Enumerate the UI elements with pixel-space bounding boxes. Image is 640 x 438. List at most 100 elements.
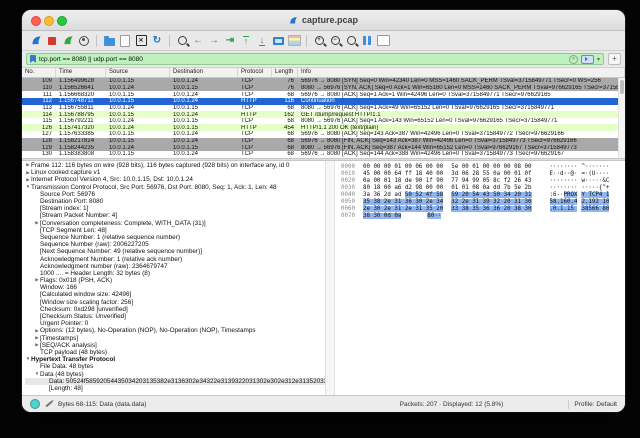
detail-line-26[interactable]: TCP payload (48 bytes): [25, 349, 325, 356]
filter-dropdown-icon[interactable]: ▾: [597, 56, 600, 63]
detail-line-20[interactable]: Checksum: 0xd298 [unverified]: [25, 306, 325, 313]
packet-row-111[interactable]: 1111.15666832010.0.1.1510.0.1.24TCP68569…: [22, 91, 625, 98]
packet-row-113[interactable]: 1131.15675581110.0.1.2410.0.1.15TCP68808…: [22, 105, 625, 112]
filter-clear-icon[interactable]: ✕: [569, 55, 578, 64]
detail-line-25[interactable]: ▶[SEQ/ACK analysis]: [25, 342, 325, 349]
save-file-icon[interactable]: [118, 33, 132, 48]
detail-line-22[interactable]: Urgent Pointer: 0: [25, 320, 325, 327]
hex-row-0020[interactable]: 00200a 00 01 18 de 90 1f 9077 94 99 05 8…: [341, 177, 625, 184]
detail-line-17[interactable]: Window: 166: [25, 284, 325, 291]
detail-line-12[interactable]: [Next Sequence Number: 49 (relative sequ…: [25, 248, 325, 255]
find-packet-icon[interactable]: [175, 33, 189, 48]
layout-grid-icon[interactable]: [376, 33, 390, 48]
hex-row-0050[interactable]: 005035 38 2e 31 36 30 2e 3432 2e 31 39 3…: [341, 198, 625, 205]
stop-capture-icon[interactable]: [45, 33, 59, 48]
go-forward-icon[interactable]: →: [207, 33, 221, 48]
detail-line-24[interactable]: ▶[Timestamps]: [25, 335, 325, 342]
close-window-button[interactable]: [31, 16, 41, 26]
packet-row-127[interactable]: 1271.15763338510.0.1.1510.0.1.24TCP68569…: [22, 131, 625, 138]
packet-row-126[interactable]: 1261.15741732010.0.1.2410.0.1.15HTTP454H…: [22, 124, 625, 131]
detail-line-3[interactable]: ▼Transmission Control Protocol, Src Port…: [25, 184, 325, 191]
hex-row-0060[interactable]: 00602e 30 2e 31 2e 31 35 2033 38 35 36 3…: [341, 205, 625, 212]
detail-line-11[interactable]: Sequence Number (raw): 2006227205: [25, 241, 325, 248]
packet-row-130[interactable]: 1301.15838380810.0.1.1510.0.1.24TCP68569…: [22, 151, 625, 158]
packet-row-110[interactable]: 1101.15652664110.0.1.2410.0.1.15TCP76808…: [22, 85, 625, 92]
packet-row-109[interactable]: 1091.15649962810.0.1.1510.0.1.24TCP76569…: [22, 78, 625, 85]
hex-row-0030[interactable]: 003080 18 00 a6 d2 98 00 0001 01 08 0a d…: [341, 184, 625, 191]
packet-row-129[interactable]: 1291.15824423510.0.1.2410.0.1.15TCP68808…: [22, 144, 625, 151]
reload-file-icon[interactable]: ↻: [150, 33, 164, 48]
cell-len: 68: [272, 105, 298, 111]
detail-line-21[interactable]: [Checksum Status: Unverified]: [25, 313, 325, 320]
display-filter-bar: tcp.port == 8080 || udp.port == 8080 ✕ ▾…: [22, 51, 625, 68]
column-header-time[interactable]: Time: [56, 68, 106, 77]
go-to-packet-icon[interactable]: ⇥: [223, 33, 237, 48]
column-header-length[interactable]: Length: [272, 68, 298, 77]
detail-line-1[interactable]: ▶Linux cooked capture v1: [25, 169, 325, 176]
detail-line-15[interactable]: 1000 .... = Header Length: 32 bytes (8): [25, 270, 325, 277]
auto-scroll-icon[interactable]: [271, 33, 285, 48]
filter-apply-icon[interactable]: [581, 55, 594, 64]
column-header-destination[interactable]: Destination: [170, 68, 238, 77]
detail-line-31[interactable]: [Length: 48]: [25, 385, 325, 392]
detail-line-9[interactable]: [TCP Segment Len: 48]: [25, 227, 325, 234]
detail-line-4[interactable]: Source Port: 56976: [25, 191, 325, 198]
packet-row-115[interactable]: 1151.15679221110.0.1.2410.0.1.15TCP68808…: [22, 118, 625, 125]
hex-offset: 0050: [341, 199, 355, 205]
detail-line-5[interactable]: Destination Port: 8080: [25, 198, 325, 205]
detail-line-2[interactable]: ▶Internet Protocol Version 4, Src: 10.0.…: [25, 176, 325, 183]
detail-line-18[interactable]: [Calculated window size: 42496]: [25, 291, 325, 298]
packet-row-128[interactable]: 1281.15821782410.0.1.1510.0.1.24TCP68569…: [22, 138, 625, 145]
minimize-window-button[interactable]: [44, 16, 54, 26]
packet-row-112[interactable]: 1121.15674871110.0.1.1510.0.1.24HTTP116C…: [22, 98, 625, 105]
detail-line-30[interactable]: Data: 50524f58592054435034203135382e3136…: [25, 378, 325, 385]
go-to-bottom-icon[interactable]: ↓: [255, 33, 269, 48]
detail-line-8[interactable]: ▶[Conversation completeness: Complete, W…: [25, 220, 325, 227]
column-header-protocol[interactable]: Protocol: [238, 68, 272, 77]
hex-row-0040[interactable]: 00403a 36 2d ad 50 52 4f 5859 20 54 43 5…: [341, 191, 625, 198]
detail-line-13[interactable]: Acknowledgment Number: 1 (relative ack n…: [25, 255, 325, 262]
zoom-original-icon[interactable]: [344, 33, 358, 48]
packet-row-114[interactable]: 1141.15678879510.0.1.1510.0.1.24HTTP162G…: [22, 111, 625, 118]
detail-line-28[interactable]: File Data: 48 bytes: [25, 363, 325, 370]
column-header-source[interactable]: Source: [106, 68, 170, 77]
packet-list-scroll-thumb[interactable]: [620, 80, 624, 94]
detail-text: Data: 50524f58592054435034203135382e3136…: [49, 378, 325, 385]
zoom-window-button[interactable]: [57, 16, 67, 26]
zoom-out-icon[interactable]: −: [328, 33, 342, 48]
start-capture-icon[interactable]: [29, 33, 43, 48]
display-filter-input[interactable]: tcp.port == 8080 || udp.port == 8080 ✕ ▾: [26, 53, 604, 65]
detail-line-10[interactable]: Sequence Number: 1 (relative sequence nu…: [25, 234, 325, 241]
details-scrollbar[interactable]: [325, 161, 335, 395]
hex-row-0000[interactable]: 000000 00 00 01 00 06 00 005e 00 01 00 0…: [341, 163, 625, 170]
resize-columns-icon[interactable]: [360, 33, 374, 48]
go-back-icon[interactable]: ←: [191, 33, 205, 48]
go-to-top-icon[interactable]: ↑: [239, 33, 253, 48]
hex-row-0010[interactable]: 001045 00 00 64 ff 18 40 003d 06 28 55 0…: [341, 170, 625, 177]
restart-capture-icon[interactable]: [61, 33, 75, 48]
detail-line-27[interactable]: ▼Hypertext Transfer Protocol: [25, 356, 325, 363]
title-bar[interactable]: capture.pcap: [22, 10, 625, 31]
capture-options-icon[interactable]: [77, 33, 91, 48]
expert-info-icon[interactable]: [30, 399, 40, 409]
detail-line-7[interactable]: [Stream Packet Number: 4]: [25, 212, 325, 219]
status-profile[interactable]: Profile: Default: [574, 401, 617, 408]
coloring-rules-icon[interactable]: [287, 33, 301, 48]
add-filter-button[interactable]: +: [608, 53, 621, 65]
packet-list-scrollbar[interactable]: [618, 78, 625, 158]
close-file-icon[interactable]: ✕: [134, 33, 148, 48]
detail-line-23[interactable]: ▶Options: (12 bytes), No-Operation (NOP)…: [25, 327, 325, 334]
column-header-no[interactable]: No.: [22, 68, 56, 77]
detail-line-19[interactable]: [Window size scaling factor: 256]: [25, 299, 325, 306]
filter-bookmark-icon[interactable]: [30, 55, 36, 63]
hex-row-0070[interactable]: 007038 30 0d 0a80··: [341, 212, 625, 219]
column-header-info[interactable]: Info: [298, 68, 625, 77]
detail-line-0[interactable]: ▶Frame 112: 116 bytes on wire (928 bits)…: [25, 162, 325, 169]
detail-line-6[interactable]: [Stream index: 1]: [25, 205, 325, 212]
detail-line-16[interactable]: ▶Flags: 0x018 (PSH, ACK): [25, 277, 325, 284]
capture-comment-icon[interactable]: [45, 401, 52, 408]
detail-line-14[interactable]: Acknowledgment number (raw): 2364679747: [25, 263, 325, 270]
open-file-icon[interactable]: [102, 33, 116, 48]
detail-line-29[interactable]: ▼Data (48 bytes): [25, 370, 325, 377]
zoom-in-icon[interactable]: +: [312, 33, 326, 48]
